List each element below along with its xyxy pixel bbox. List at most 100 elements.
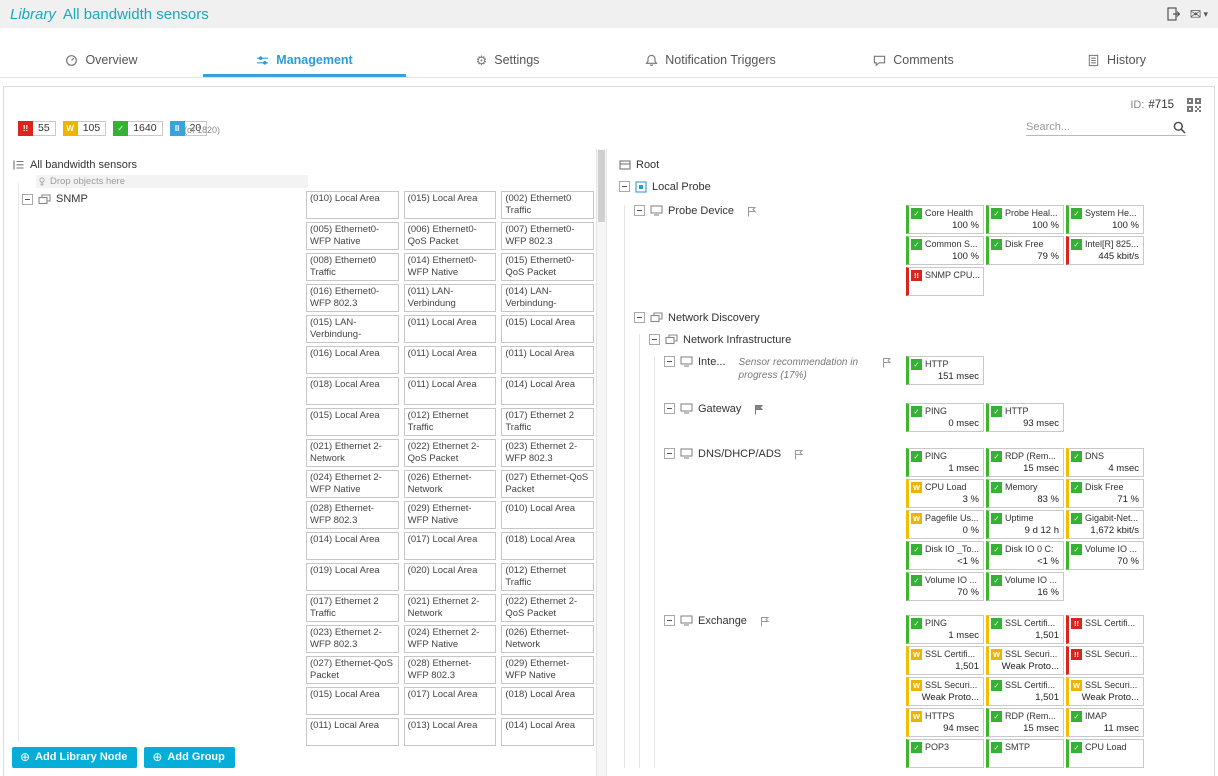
library-sensor-tile[interactable]: (015) Ethernet0-QoS Packet [501, 253, 594, 281]
library-sensor-tile[interactable]: (010) Local Area [501, 501, 594, 529]
library-sensor-tile[interactable]: (015) LAN-Verbindung- [306, 315, 399, 343]
library-sensor-tile[interactable]: (016) Local Area [306, 346, 399, 374]
sensor-box[interactable]: !!SNMP CPU... [906, 267, 984, 296]
library-sensor-tile[interactable]: (026) Ethernet-Network [501, 625, 594, 653]
library-sensor-tile[interactable]: (011) Local Area [404, 377, 497, 405]
tree-node-network-infrastructure[interactable]: Network Infrastructure [649, 334, 1214, 348]
library-sensor-tile[interactable]: (022) Ethernet 2-QoS Packet [404, 439, 497, 467]
library-sensor-tile[interactable]: (018) Local Area [501, 532, 594, 560]
library-sensor-tile[interactable]: (029) Ethernet-WFP Native [404, 501, 497, 529]
library-sensor-tile[interactable]: (015) Local Area [501, 315, 594, 343]
library-sensor-tile[interactable]: (027) Ethernet-QoS Packet [501, 470, 594, 498]
sensor-box[interactable]: WSSL Securi...Weak Proto... [906, 677, 984, 706]
library-sensor-tile[interactable]: (015) Local Area [306, 408, 399, 436]
library-sensor-tile[interactable]: (029) Ethernet-WFP Native [501, 656, 594, 684]
library-sensor-tile[interactable]: (014) LAN-Verbindung- [501, 284, 594, 312]
library-sensor-tile[interactable]: (014) Ethernet0-WFP Native [404, 253, 497, 281]
sensor-box[interactable]: ✓DNS4 msec [1066, 448, 1144, 477]
sensor-box[interactable]: ✓Disk IO _To...<1 % [906, 541, 984, 570]
collapse-toggle-icon[interactable] [664, 615, 675, 626]
library-sensor-tile[interactable]: (014) Local Area [501, 718, 594, 746]
breadcrumb[interactable]: Library [10, 6, 56, 23]
sensor-box[interactable]: ✓PING0 msec [906, 403, 984, 432]
tab-notification-triggers[interactable]: Notification Triggers [609, 46, 812, 77]
flag-icon[interactable] [760, 616, 770, 627]
tab-overview[interactable]: Overview [0, 46, 203, 77]
library-sensor-tile[interactable]: (007) Ethernet0-WFP 802.3 [501, 222, 594, 250]
sensor-box[interactable]: WPagefile Us...0 % [906, 510, 984, 539]
export-icon[interactable] [1167, 7, 1180, 21]
collapse-toggle-icon[interactable] [664, 403, 675, 414]
sensor-box[interactable]: !!SSL Securi... [1066, 646, 1144, 675]
sensor-box[interactable]: WSSL Securi...Weak Proto... [986, 646, 1064, 675]
tree-node-local-probe[interactable]: Local Probe [619, 181, 1214, 195]
tree-node-root[interactable]: Root [619, 159, 1214, 173]
library-sensor-tile[interactable]: (017) Local Area [404, 687, 497, 715]
library-sensor-tile[interactable]: (017) Ethernet 2 Traffic [306, 594, 399, 622]
library-sensor-tile[interactable]: (018) Local Area [306, 377, 399, 405]
library-sensor-tile[interactable]: (028) Ethernet-WFP 802.3 [306, 501, 399, 529]
sensor-box[interactable]: ✓IMAP11 msec [1066, 708, 1144, 737]
library-sensor-tile[interactable]: (020) Local Area [404, 563, 497, 591]
flag-icon[interactable] [882, 357, 892, 368]
tree-node-probe-device[interactable]: Probe Device [634, 205, 757, 219]
sensor-box[interactable]: ✓Volume IO ...70 % [906, 572, 984, 601]
tab-settings[interactable]: ⚙ Settings [406, 46, 609, 77]
email-icon[interactable]: ✉ ▾ [1190, 7, 1208, 21]
sensor-box[interactable]: ✓SSL Certifi...1,501 [986, 615, 1064, 644]
library-sensor-tile[interactable]: (008) Ethernet0 Traffic [306, 253, 399, 281]
flag-icon[interactable] [794, 449, 804, 460]
sensor-box[interactable]: ✓Memory83 % [986, 479, 1064, 508]
sensor-box[interactable]: ✓Volume IO ...70 % [1066, 541, 1144, 570]
library-sensor-tile[interactable]: (022) Ethernet 2-QoS Packet [501, 594, 594, 622]
library-sensor-tile[interactable]: (015) Local Area [306, 687, 399, 715]
sensor-box[interactable]: ✓POP3 [906, 739, 984, 768]
library-sensor-tile[interactable]: (014) Local Area [501, 377, 594, 405]
library-sensor-tile[interactable]: (024) Ethernet 2-WFP Native [404, 625, 497, 653]
sensor-box[interactable]: ✓Gigabit-Net...1,672 kbit/s [1066, 510, 1144, 539]
library-sensor-tile[interactable]: (023) Ethernet 2-WFP 802.3 [306, 625, 399, 653]
library-sensor-tile[interactable]: (012) Ethernet Traffic [404, 408, 497, 436]
sensor-box[interactable]: ✓Disk Free71 % [1066, 479, 1144, 508]
flag-icon[interactable] [747, 206, 757, 217]
library-root-node[interactable]: All bandwidth sensors [12, 157, 596, 173]
tab-comments[interactable]: Comments [812, 46, 1015, 77]
sensor-box[interactable]: ✓SMTP [986, 739, 1064, 768]
add-group-button[interactable]: ⊕Add Group [144, 747, 235, 768]
library-sensor-tile[interactable]: (023) Ethernet 2-WFP 802.3 [501, 439, 594, 467]
tree-node-gateway[interactable]: Gateway [664, 403, 764, 417]
drop-target[interactable]: Drop objects here [36, 175, 308, 188]
sensor-box[interactable]: ✓Disk IO 0 C:<1 % [986, 541, 1064, 570]
search-icon[interactable] [1173, 121, 1186, 134]
sensor-box[interactable]: !!SSL Certifi... [1066, 615, 1144, 644]
sensor-box[interactable]: ✓Core Health100 % [906, 205, 984, 234]
search-input[interactable] [1026, 119, 1173, 135]
sensor-box[interactable]: ✓CPU Load [1066, 739, 1144, 768]
library-sensor-tile[interactable]: (011) Local Area [404, 315, 497, 343]
library-sensor-tile[interactable]: (006) Ethernet0-QoS Packet [404, 222, 497, 250]
qr-code-icon[interactable] [1186, 97, 1202, 113]
library-sensor-tile[interactable]: (002) Ethernet0 Traffic [501, 191, 594, 219]
sensor-box[interactable]: ✓System He...100 % [1066, 205, 1144, 234]
sensor-box[interactable]: ✓Volume IO ...16 % [986, 572, 1064, 601]
library-sensor-tile[interactable]: (011) Local Area [306, 718, 399, 746]
collapse-toggle-icon[interactable] [619, 181, 630, 192]
library-sensor-tile[interactable]: (018) Local Area [501, 687, 594, 715]
sensor-box[interactable]: WSSL Securi...Weak Proto... [1066, 677, 1144, 706]
library-sensor-tile[interactable]: (017) Ethernet 2 Traffic [501, 408, 594, 436]
status-badge-ok[interactable]: ✓1640 [113, 121, 162, 136]
collapse-toggle-icon[interactable] [664, 356, 675, 367]
sensor-box[interactable]: WHTTPS94 msec [906, 708, 984, 737]
library-sensor-tile[interactable]: (011) Local Area [404, 346, 497, 374]
sensor-box[interactable]: ✓HTTP151 msec [906, 356, 984, 385]
status-badge-warn[interactable]: W105 [63, 121, 107, 136]
sensor-box[interactable]: ✓PING1 msec [906, 448, 984, 477]
library-sensor-tile[interactable]: (014) Local Area [306, 532, 399, 560]
tab-history[interactable]: History [1015, 46, 1218, 77]
tree-node-exchange[interactable]: Exchange [664, 615, 770, 629]
collapse-toggle-icon[interactable] [664, 448, 675, 459]
sensor-box[interactable]: ✓HTTP93 msec [986, 403, 1064, 432]
collapse-toggle-icon[interactable] [649, 334, 660, 345]
collapse-toggle-icon[interactable] [634, 312, 645, 323]
sensor-box[interactable]: ✓Probe Heal...100 % [986, 205, 1064, 234]
